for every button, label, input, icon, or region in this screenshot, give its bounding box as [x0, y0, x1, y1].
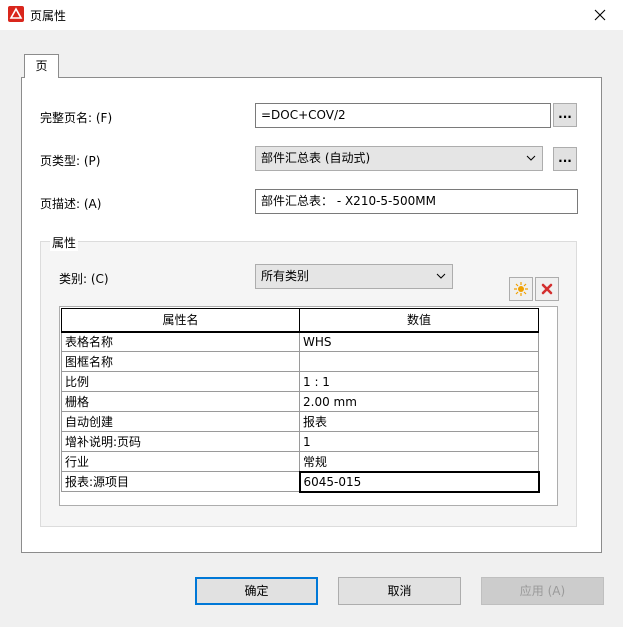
property-value-cell[interactable]: 1 : 1 — [299, 371, 539, 392]
property-value-cell[interactable]: WHS — [299, 331, 539, 352]
description-input[interactable]: 部件汇总表： - X210-5-500MM — [255, 189, 578, 214]
property-name-cell: 报表:源项目 — [61, 471, 300, 492]
property-name-cell: 图框名称 — [61, 351, 300, 372]
new-star-icon — [514, 282, 528, 296]
full-name-input[interactable]: =DOC+COV/2 — [255, 103, 551, 128]
title-bar: 页属性 — [0, 0, 623, 30]
properties-group-title: 属性 — [50, 234, 79, 251]
property-name-cell: 比例 — [61, 371, 300, 392]
property-name-cell: 行业 — [61, 451, 300, 472]
close-icon — [594, 9, 606, 21]
property-name-cell: 表格名称 — [61, 331, 300, 352]
description-label: 页描述: (A) — [40, 197, 102, 211]
tab-page[interactable]: 页 — [24, 54, 59, 78]
full-name-label: 完整页名: (F) — [40, 111, 113, 125]
column-header-value[interactable]: 数值 — [299, 308, 539, 333]
table-row[interactable]: 表格名称 WHS — [61, 331, 539, 352]
full-name-browse-button[interactable]: ... — [553, 103, 577, 127]
property-value-cell[interactable] — [299, 351, 539, 372]
tab-label: 页 — [35, 59, 48, 73]
property-name-cell: 栅格 — [61, 391, 300, 412]
property-grid: 属性名 数值 表格名称 WHS 图框名称 比例 1 : 1 栅格 2.00 mm 自动… — [59, 306, 558, 506]
property-value-cell[interactable]: 报表 — [299, 411, 539, 432]
table-row[interactable]: 报表:源项目 6045-015 — [61, 470, 540, 493]
property-table: 属性名 数值 表格名称 WHS 图框名称 比例 1 : 1 栅格 2.00 mm 自动… — [61, 308, 540, 493]
cancel-button[interactable]: 取消 — [338, 577, 461, 605]
new-property-button[interactable] — [509, 277, 533, 301]
window-title: 页属性 — [30, 9, 67, 23]
chevron-down-icon — [526, 155, 536, 161]
table-row[interactable]: 图框名称 — [61, 351, 539, 372]
table-row[interactable]: 比例 1 : 1 — [61, 371, 539, 392]
close-button[interactable] — [577, 0, 623, 30]
property-value-cell[interactable]: 1 — [299, 431, 539, 452]
apply-button[interactable]: 应用 (A) — [481, 577, 604, 605]
app-logo-icon — [8, 6, 24, 22]
category-select[interactable]: 所有类别 — [255, 264, 453, 289]
chevron-down-icon — [436, 273, 446, 279]
property-name-cell: 自动创建 — [61, 411, 300, 432]
page-type-browse-button[interactable]: ... — [553, 147, 577, 171]
property-value-cell[interactable]: 常规 — [299, 451, 539, 472]
property-name-cell: 增补说明:页码 — [61, 431, 300, 452]
property-value-cell-selected[interactable]: 6045-015 — [298, 470, 540, 493]
ok-button[interactable]: 确定 — [195, 577, 318, 605]
table-row[interactable]: 栅格 2.00 mm — [61, 391, 539, 412]
table-header-row: 属性名 数值 — [61, 308, 539, 333]
property-value-cell[interactable]: 2.00 mm — [299, 391, 539, 412]
table-row[interactable]: 增补说明:页码 1 — [61, 431, 539, 452]
column-header-name[interactable]: 属性名 — [61, 308, 300, 333]
page-type-value: 部件汇总表 (自动式) — [261, 151, 371, 165]
category-label: 类别: (C) — [59, 272, 109, 286]
page-type-select[interactable]: 部件汇总表 (自动式) — [255, 146, 543, 171]
page-type-label: 页类型: (P) — [40, 154, 101, 168]
delete-property-button[interactable] — [535, 277, 559, 301]
table-row[interactable]: 行业 常规 — [61, 451, 539, 472]
category-value: 所有类别 — [261, 269, 310, 283]
delete-x-icon — [541, 283, 553, 295]
table-row[interactable]: 自动创建 报表 — [61, 411, 539, 432]
